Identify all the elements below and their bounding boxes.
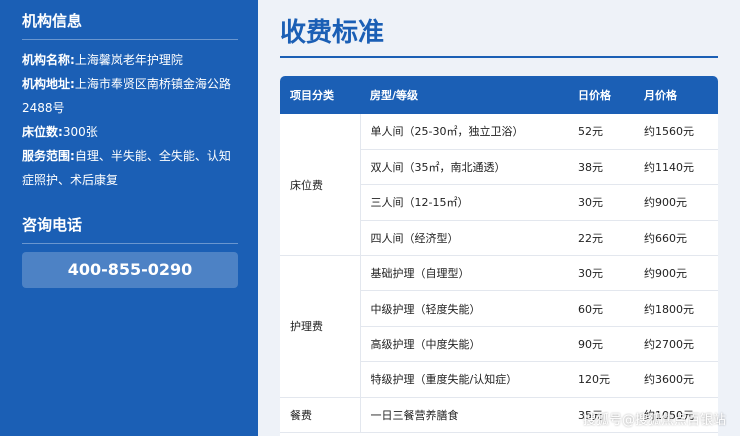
phone-heading: 咨询电话 [22,214,238,244]
table-row: 护理费 基础护理（自理型） 30元 约900元 [280,255,718,398]
org-scope-line: 服务范围:自理、半失能、全失能、认知症照护、术后康复 [22,144,238,192]
sidebar: 机构信息 机构名称:上海馨岚老年护理院 机构地址:上海市奉贤区南桥镇金海公路24… [0,0,258,436]
room-type-cell: 四人间（经济型） [360,220,568,257]
daily-price-cell: 22元 [568,220,634,257]
table-row: 床位费 单人间（25-30㎡，独立卫浴） 52元 约1560元 [280,114,718,257]
daily-price-cell: 52元 [568,114,634,150]
monthly-price-cell: 约3600元 [634,361,718,398]
category-cell: 护理费 [280,255,361,398]
daily-price-cell: 60元 [568,290,634,327]
org-address-label: 机构地址: [22,77,75,91]
monthly-price-cell: 约900元 [634,255,718,292]
header-room-type: 房型/等级 [370,89,419,102]
monthly-price-cell: 约1140元 [634,149,718,186]
table-header-row: 项目分类 房型/等级 日价格 月价格 [280,76,718,114]
room-type-cell: 双人间（35㎡，南北通透） [360,149,568,186]
room-type-cell: 三人间（12-15㎡） [360,184,568,221]
org-info-heading: 机构信息 [22,10,238,40]
page-title: 收费标准 [280,18,385,48]
header-category: 项目分类 [290,89,334,102]
org-name-line: 机构名称:上海馨岚老年护理院 [22,48,238,72]
main-content: 收费标准 项目分类 房型/等级 日价格 月价格 床位费 单人间（25-30㎡，独… [258,0,740,436]
monthly-price-cell: 约2700元 [634,326,718,363]
daily-price-cell: 30元 [568,184,634,221]
fee-table-container: 项目分类 房型/等级 日价格 月价格 床位费 单人间（25-30㎡，独立卫浴） … [280,76,718,436]
org-address-line: 机构地址:上海市奉贤区南桥镇金海公路2488号 [22,72,238,120]
room-type-cell: 单人间（25-30㎡，独立卫浴） [360,114,568,150]
org-scope-label: 服务范围: [22,149,75,163]
phone-number-button[interactable]: 400-855-0290 [22,252,238,288]
room-type-cell: 一日三餐营养膳食 [360,397,568,434]
category-cell: 床位费 [280,114,361,257]
org-beds-label: 床位数: [22,125,63,139]
fee-table: 项目分类 房型/等级 日价格 月价格 床位费 单人间（25-30㎡，独立卫浴） … [280,76,718,434]
monthly-price-cell: 约1560元 [634,114,718,150]
room-type-cell: 特级护理（重度失能/认知症） [360,361,568,398]
daily-price-cell: 30元 [568,255,634,292]
monthly-price-cell: 约660元 [634,220,718,257]
org-name-value: 上海馨岚老年护理院 [74,53,183,67]
room-type-cell: 基础护理（自理型） [360,255,568,292]
daily-price-cell: 90元 [568,326,634,363]
monthly-price-cell: 约1800元 [634,290,718,327]
room-type-cell: 高级护理（中度失能） [360,326,568,363]
org-name-label: 机构名称: [22,53,75,67]
header-monthly-price: 月价格 [644,89,677,102]
org-beds-value: 300张 [62,125,98,139]
title-divider [280,56,718,58]
header-daily-price: 日价格 [578,89,611,102]
daily-price-cell: 38元 [568,149,634,186]
watermark: 搜狐号@搜狐焦点百银站 [582,413,726,428]
daily-price-cell: 120元 [568,361,634,398]
room-type-cell: 中级护理（轻度失能） [360,290,568,327]
monthly-price-cell: 约900元 [634,184,718,221]
category-cell: 餐费 [280,397,361,434]
org-beds-line: 床位数:300张 [22,120,238,144]
